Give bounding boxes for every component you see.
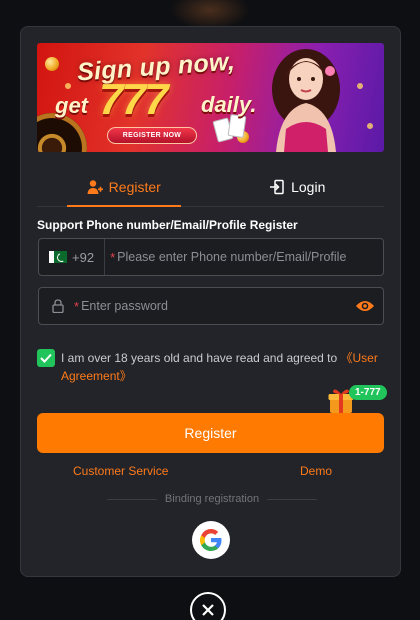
customer-service-link[interactable]: Customer Service	[73, 464, 168, 478]
google-signin-button[interactable]	[192, 521, 230, 559]
tab-login-label: Login	[291, 178, 326, 195]
google-icon	[200, 529, 222, 551]
check-icon	[40, 353, 52, 363]
footer-links: Customer Service Demo	[37, 464, 384, 482]
tab-register-label: Register	[108, 178, 161, 195]
required-mark: *	[74, 298, 80, 314]
coin-decoration	[45, 57, 59, 71]
register-button[interactable]: Register	[37, 413, 384, 453]
banner-get-text: get	[55, 93, 88, 118]
add-user-icon	[87, 179, 103, 194]
password-input[interactable]	[79, 288, 347, 324]
binding-registration-label: Binding registration	[164, 493, 260, 505]
agreement-text: I am over 18 years old and have read and…	[61, 349, 387, 385]
banner-amount: 777	[99, 75, 168, 124]
divider-line	[267, 498, 318, 500]
lock-icon	[47, 299, 69, 313]
pakistan-flag-icon	[49, 251, 67, 263]
banner-daily-text: daily.	[201, 92, 257, 117]
close-modal-button[interactable]	[190, 592, 226, 620]
hostess-illustration	[272, 49, 340, 152]
bonus-badge-text: 1-777	[349, 385, 387, 400]
show-password-eye-icon[interactable]	[347, 288, 383, 324]
password-field: *	[38, 287, 384, 325]
sparkle-decoration	[367, 123, 373, 129]
required-mark: *	[110, 249, 116, 265]
tab-register[interactable]: Register	[37, 167, 211, 207]
tab-login[interactable]: Login	[211, 167, 385, 206]
country-code-selector[interactable]: +92	[39, 239, 106, 275]
binding-divider: Binding registration	[107, 493, 318, 505]
form-subtitle: Support Phone number/Email/Profile Regis…	[37, 218, 298, 232]
phone-field: +92 *	[38, 238, 384, 276]
agreement-checkbox[interactable]	[37, 349, 55, 367]
demo-link[interactable]: Demo	[300, 464, 332, 478]
sparkle-decoration	[65, 83, 71, 89]
login-icon	[270, 179, 284, 194]
banner-register-now-button[interactable]: REGISTER NOW	[107, 127, 197, 144]
close-icon	[202, 604, 214, 616]
agreement-row: I am over 18 years old and have read and…	[37, 349, 387, 385]
agreement-statement: I am over 18 years old and have read and…	[61, 351, 341, 365]
promo-banner[interactable]: Sign up now, get 777 daily. REGISTER NOW	[37, 43, 384, 152]
auth-tabs: Register Login	[37, 167, 384, 207]
register-modal: Sign up now, get 777 daily. REGISTER NOW…	[20, 26, 401, 577]
divider-line	[107, 498, 157, 500]
bonus-gift-badge[interactable]: 1-777	[327, 383, 391, 415]
country-code: +92	[72, 249, 95, 265]
phone-input[interactable]	[115, 239, 383, 275]
